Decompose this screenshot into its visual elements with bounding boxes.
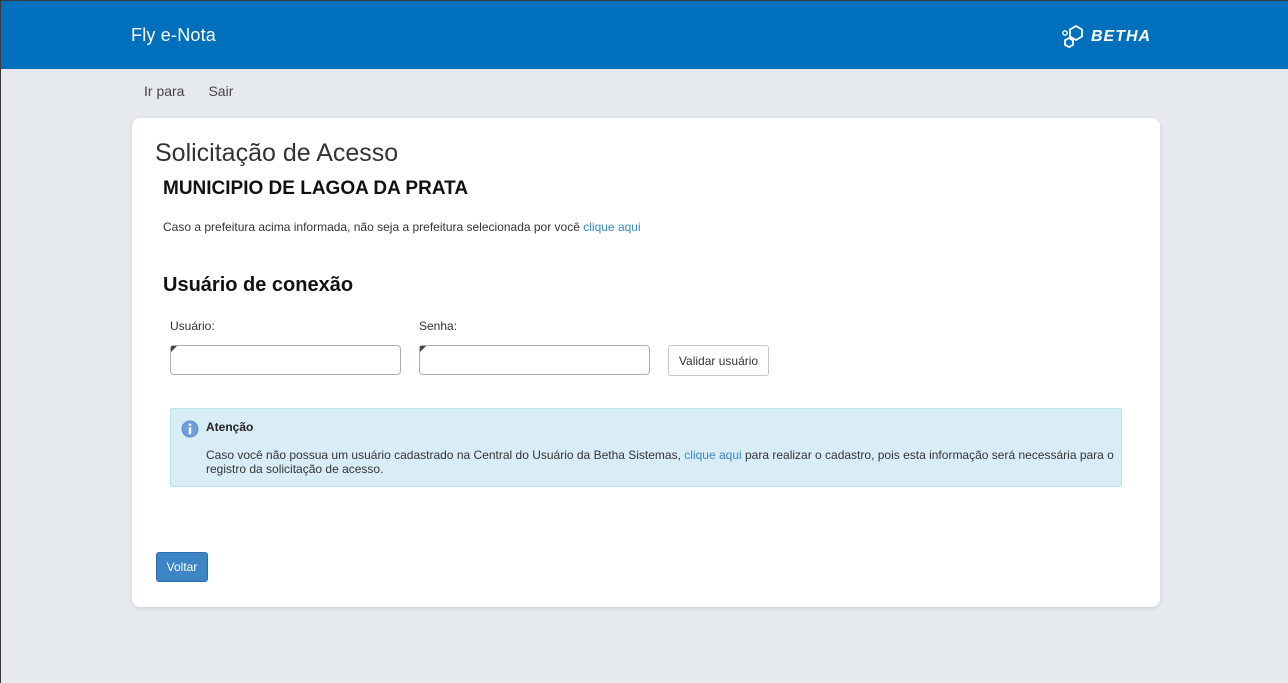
- alert-message: Caso você não possua um usuário cadastra…: [206, 448, 1116, 476]
- page-title: Solicitação de Acesso: [155, 139, 399, 167]
- brand-name: BETHA: [1091, 28, 1152, 45]
- notice-text: Caso a prefeitura acima informada, não s…: [163, 220, 580, 234]
- nav-item-ir-para[interactable]: Ir para: [132, 81, 196, 101]
- section-title: Usuário de conexão: [163, 274, 354, 296]
- user-label: Usuário:: [170, 319, 215, 333]
- info-alert: Atenção Caso você não possua um usuário …: [170, 408, 1122, 487]
- password-input[interactable]: [419, 345, 650, 375]
- brand-logo: BETHA: [1061, 24, 1151, 50]
- app-title: Fly e-Nota: [131, 25, 217, 45]
- validate-user-button[interactable]: Validar usuário: [668, 345, 769, 376]
- input-corner-mark: [420, 346, 426, 352]
- user-input[interactable]: [170, 345, 401, 375]
- password-label: Senha:: [419, 319, 458, 333]
- back-button[interactable]: Voltar: [156, 552, 208, 582]
- alert-title: Atenção: [206, 420, 254, 434]
- info-icon: [181, 420, 199, 443]
- nav-item-sair[interactable]: Sair: [196, 81, 245, 101]
- top-nav: Ir para Sair: [132, 81, 245, 101]
- top-header-bar: Fly e-Nota BETHA: [1, 1, 1288, 69]
- input-corner-mark: [171, 346, 177, 352]
- alert-text-before: Caso você não possua um usuário cadastra…: [206, 448, 681, 462]
- change-municipality-link[interactable]: clique aqui: [583, 220, 640, 234]
- hexagon-logo-icon: [1062, 24, 1083, 49]
- access-request-card: Solicitação de Acesso MUNICIPIO DE LAGOA…: [132, 118, 1160, 607]
- municipality-name: MUNICIPIO DE LAGOA DA PRATA: [163, 178, 469, 199]
- register-user-link[interactable]: clique aqui: [684, 448, 741, 462]
- municipality-notice: Caso a prefeitura acima informada, não s…: [163, 220, 641, 234]
